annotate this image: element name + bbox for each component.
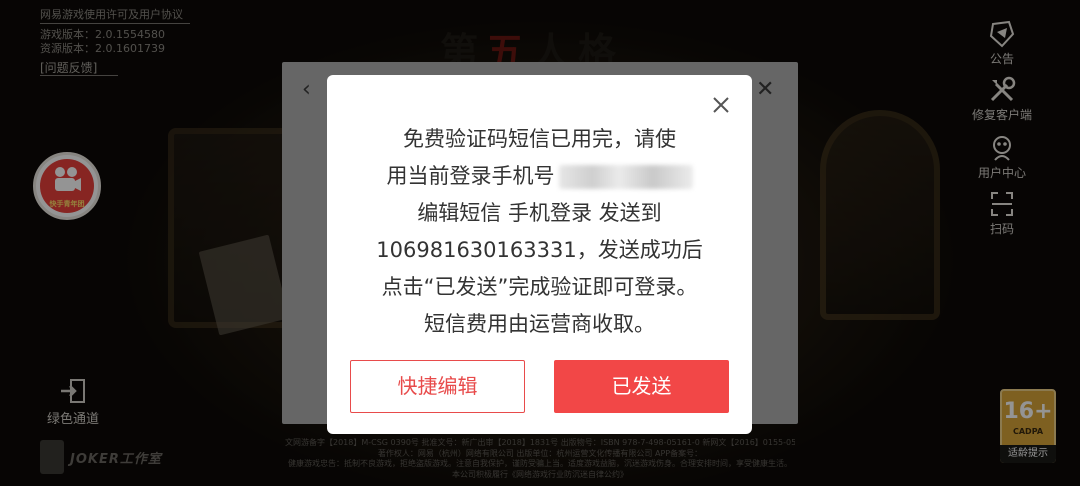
- message-line: 点击“已发送”完成验证即可登录。: [381, 275, 698, 299]
- message-line: 用当前登录手机号: [386, 164, 555, 188]
- message-line: 短信费用由运营商收取。: [424, 312, 655, 336]
- dialog-message: 免费验证码短信已用完，请使 用当前登录手机号 编辑短信 手机登录 发送到 106…: [347, 121, 732, 343]
- sms-verification-dialog: 免费验证码短信已用完，请使 用当前登录手机号 编辑短信 手机登录 发送到 106…: [327, 75, 752, 434]
- message-line: 编辑短信 手机登录 发送到: [417, 201, 662, 225]
- message-line-phone: 用当前登录手机号: [347, 158, 732, 195]
- message-line: 106981630163331，发送成功后: [376, 238, 703, 262]
- quick-edit-button[interactable]: 快捷编辑: [350, 360, 525, 413]
- masked-phone-number: [558, 165, 693, 189]
- back-arrow-icon[interactable]: ‹: [302, 78, 322, 102]
- message-line: 免费验证码短信已用完，请使: [403, 127, 676, 151]
- dialog-close-icon[interactable]: [711, 95, 735, 119]
- login-close-icon[interactable]: ✕: [756, 78, 780, 102]
- sent-button[interactable]: 已发送: [554, 360, 729, 413]
